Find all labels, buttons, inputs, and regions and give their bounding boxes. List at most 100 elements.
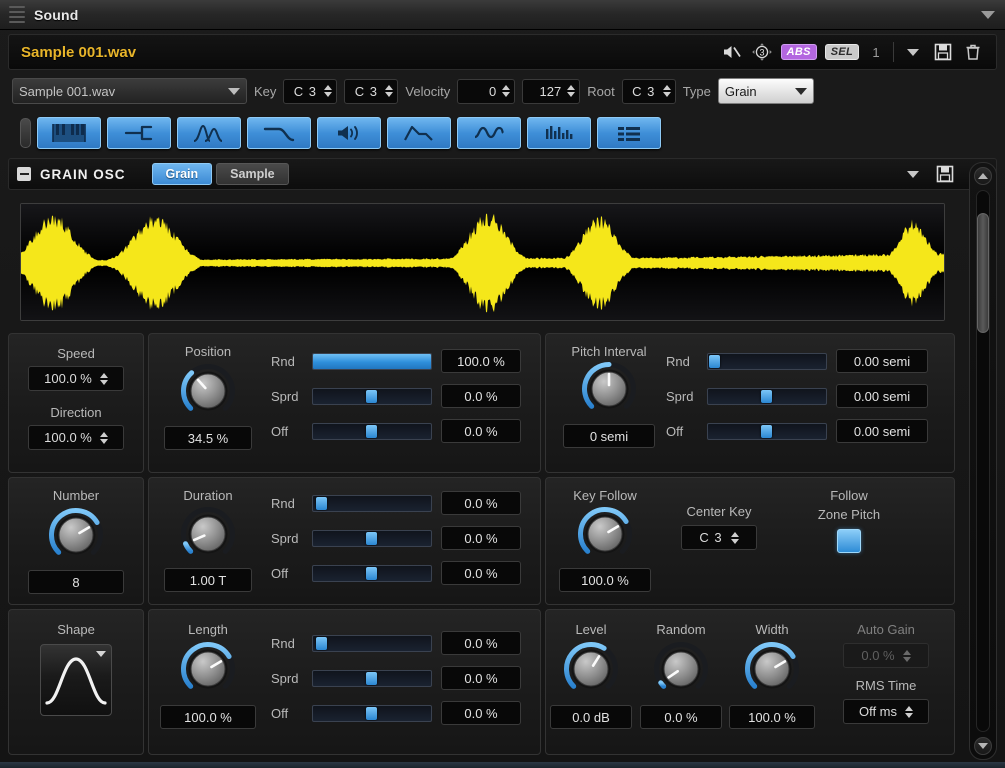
width-knob[interactable] [744,641,800,697]
length-value: 100.0 % [160,705,256,729]
tuning-fork-icon[interactable] [107,117,171,149]
duration-rnd-row: Rnd 0.0 % [271,490,530,516]
direction-value: 100.0 % [44,430,92,445]
key-follow-knob[interactable] [577,506,633,562]
sample-name-title: Sample 001.wav [21,44,231,61]
scrollbar-track[interactable] [976,190,990,732]
length-rnd-slider[interactable] [312,635,432,652]
pitch-sprd-slider[interactable] [707,388,827,405]
speed-stepper[interactable]: 100.0 % [28,366,124,391]
position-rnd-slider[interactable] [312,353,432,370]
velocity-low-stepper[interactable]: 0 [457,79,515,104]
slider-thumb[interactable] [366,425,377,438]
length-label: Length [188,622,228,637]
osc-save-button[interactable] [934,163,956,185]
type-select-combo[interactable]: Grain [718,78,814,104]
slider-thumb[interactable] [316,497,327,510]
slider-thumb[interactable] [366,672,377,685]
slider-thumb[interactable] [761,390,772,403]
pitch-rnd-slider[interactable] [707,353,827,370]
tab-grain[interactable]: Grain [152,163,213,185]
length-off-value: 0.0 % [441,701,521,725]
pitch-off-slider[interactable] [707,423,827,440]
pitch-sprd-label: Sprd [666,389,698,404]
vertical-scrollbar[interactable] [969,162,997,760]
random-knob[interactable] [653,641,709,697]
speaker-icon[interactable] [317,117,381,149]
slider-thumb[interactable] [366,567,377,580]
sample-select-combo[interactable]: Sample 001.wav [12,78,247,104]
strip-drag-handle[interactable] [20,118,31,148]
slider-thumb[interactable] [366,532,377,545]
pitch-rnd-value: 0.00 semi [836,349,928,373]
filter-curve-icon[interactable] [247,117,311,149]
list-icon[interactable] [597,117,661,149]
duration-rnd-slider[interactable] [312,495,432,512]
slider-thumb[interactable] [366,390,377,403]
position-knob[interactable] [180,363,236,419]
length-sprd-slider[interactable] [312,670,432,687]
zone-pitch-toggle[interactable] [837,529,861,553]
keyboard-zone-icon[interactable] [37,117,101,149]
window-menu-button[interactable] [977,5,999,25]
mute-icon[interactable] [721,41,743,63]
key-low-stepper[interactable]: C 3 [283,79,337,104]
number-knob[interactable] [48,507,104,563]
root-key-stepper[interactable]: C 3 [622,79,676,104]
duration-knob[interactable] [180,506,236,562]
scroll-down-button[interactable] [974,737,992,755]
pitch-sprd-value: 0.00 semi [836,384,928,408]
slider-thumb[interactable] [761,425,772,438]
collapse-module-button[interactable] [17,167,31,181]
shape-panel: Shape [8,609,144,755]
scroll-up-button[interactable] [974,167,992,185]
key-high-stepper[interactable]: C 3 [344,79,398,104]
position-rnd-row: Rnd 100.0 % [271,348,530,374]
stepper-arrows-icon [502,85,510,97]
osc-menu-button[interactable] [902,163,924,185]
delete-preset-button[interactable] [962,41,984,63]
chevron-down-icon [907,49,919,56]
midi-channel-icon[interactable]: 3 [751,41,773,63]
slider-thumb[interactable] [709,355,720,368]
abs-button[interactable]: ABS [781,44,817,60]
center-key-stepper[interactable]: C 3 [681,525,757,550]
step-modulator-icon[interactable] [527,117,591,149]
position-rnd-value: 100.0 % [441,349,521,373]
rms-time-stepper[interactable]: Off ms [843,699,929,724]
waveform-display[interactable] [20,203,945,321]
header-menu-button[interactable] [902,41,924,63]
length-off-slider[interactable] [312,705,432,722]
chevron-down-icon [981,11,995,19]
position-sprd-slider[interactable] [312,388,432,405]
direction-stepper[interactable]: 100.0 % [28,425,124,450]
pitch-interval-panel: Pitch Interval 0 semi Rnd [545,333,955,473]
slider-thumb[interactable] [366,707,377,720]
plugin-window: Sound Sample 001.wav 3 ABS SEL [0,0,1005,768]
duration-panel: Duration 1.00 T Rnd [148,477,541,605]
speed-value: 100.0 % [44,371,92,386]
scrollbar-thumb[interactable] [977,213,989,333]
length-knob[interactable] [180,641,236,697]
velocity-high-stepper[interactable]: 127 [522,79,580,104]
duration-sprd-slider[interactable] [312,530,432,547]
center-key-label: Center Key [686,504,751,519]
tab-sample[interactable]: Sample [216,163,288,185]
auto-gain-stepper[interactable]: 0.0 % [843,643,929,668]
duration-value: 1.00 T [164,568,252,592]
save-preset-button[interactable] [932,41,954,63]
slider-thumb[interactable] [316,637,327,650]
lfo-sine-icon[interactable] [457,117,521,149]
amp-envelope-icon[interactable] [177,117,241,149]
pitch-interval-knob[interactable] [581,361,637,417]
direction-label: Direction [9,405,143,420]
envelope-icon[interactable] [387,117,451,149]
level-knob[interactable] [563,641,619,697]
position-sprd-row: Sprd 0.0 % [271,383,530,409]
shape-select-button[interactable] [40,644,112,716]
position-off-slider[interactable] [312,423,432,440]
sel-button[interactable]: SEL [825,44,859,60]
duration-off-slider[interactable] [312,565,432,582]
duration-sprd-label: Sprd [271,531,303,546]
key-follow-label: Key Follow [573,488,637,503]
